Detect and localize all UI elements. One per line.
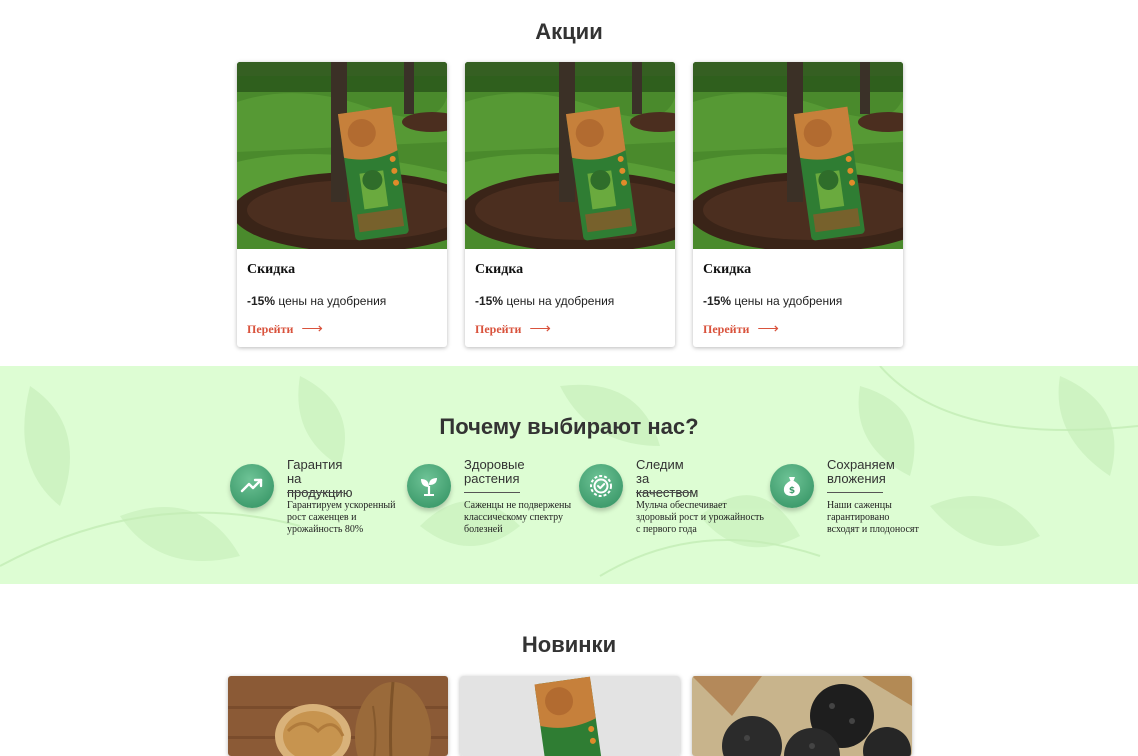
- promo-title: Скидка: [475, 262, 524, 277]
- promo-card[interactable]: Скидка -15% цены на удобрения Перейти ⟶: [693, 62, 903, 347]
- feature-title: Сохраняем вложения: [827, 457, 895, 486]
- promo-image: [693, 62, 903, 249]
- promo-text: -15% цены на удобрения: [475, 294, 614, 308]
- mulch-bag-image: [460, 676, 680, 756]
- promo-go-link[interactable]: Перейти ⟶: [703, 319, 779, 338]
- promo-text: -15% цены на удобрения: [247, 294, 386, 308]
- new-item-card-walnuts[interactable]: [228, 676, 448, 756]
- promo-link-label: Перейти: [703, 322, 750, 336]
- promo-discount: -15%: [475, 294, 504, 308]
- walnuts-image: [228, 676, 448, 756]
- feature-description: Мульча обеспечивает здоровый рост и урож…: [636, 500, 764, 535]
- promo-image: [237, 62, 447, 249]
- promo-card[interactable]: Скидка -15% цены на удобрения Перейти ⟶: [465, 62, 675, 347]
- promo-description: цены на удобрения: [731, 294, 843, 308]
- promo-discount: -15%: [247, 294, 276, 308]
- trending-up-icon: [230, 464, 274, 508]
- svg-text:$: $: [789, 486, 795, 496]
- arrow-right-icon: ⟶: [301, 321, 323, 337]
- promo-card[interactable]: Скидка -15% цены на удобрения Перейти ⟶: [237, 62, 447, 347]
- promo-title: Скидка: [703, 262, 752, 277]
- new-items-title: Новинки: [521, 632, 617, 657]
- why-us-section: Почему выбирают нас? Гарантия на продукц…: [0, 366, 1138, 584]
- sprout-icon: [407, 464, 451, 508]
- feature-divider: [287, 492, 343, 493]
- promo-title: Скидка: [247, 262, 296, 277]
- leaf-background-pattern: [0, 366, 1138, 577]
- feature-description: Наши саженцы гарантировано всходят и пло…: [827, 500, 919, 535]
- promo-description: цены на удобрения: [503, 294, 615, 308]
- arrow-right-icon: ⟶: [757, 321, 779, 337]
- money-bag-icon: $: [770, 464, 814, 508]
- truffles-image: [692, 676, 912, 756]
- new-items-section: Новинки: [0, 584, 1138, 756]
- promo-description: цены на удобрения: [275, 294, 387, 308]
- promo-link-label: Перейти: [247, 322, 294, 336]
- promo-image: [465, 62, 675, 249]
- feature-title: Гарантия на продукцию: [287, 457, 353, 500]
- promo-text: -15% цены на удобрения: [703, 294, 842, 308]
- quality-badge-icon: [579, 464, 623, 508]
- feature-description: Гарантируем ускоренный рост саженцев и у…: [287, 500, 396, 535]
- feature-divider: [827, 492, 883, 493]
- new-item-card-mulch[interactable]: [460, 676, 680, 756]
- promo-go-link[interactable]: Перейти ⟶: [247, 319, 323, 338]
- feature-divider: [464, 492, 520, 493]
- feature-description: Саженцы не подвержены классическому спек…: [464, 500, 572, 535]
- new-item-card-truffles[interactable]: [692, 676, 912, 756]
- promotions-cards: Скидка -15% цены на удобрения Перейти ⟶ С…: [237, 62, 904, 348]
- promo-link-label: Перейти: [475, 322, 522, 336]
- feature-divider: [636, 492, 692, 493]
- promo-discount: -15%: [703, 294, 732, 308]
- promotions-title: Акции: [535, 19, 603, 44]
- feature-title: Здоровые растения: [464, 457, 525, 486]
- arrow-right-icon: ⟶: [529, 321, 551, 337]
- feature-title: Следим за качеством: [636, 457, 699, 500]
- promotions-section: Акции Скидка -15% цены на удобрения Пере…: [0, 0, 1138, 366]
- why-us-title: Почему выбирают нас?: [439, 414, 699, 439]
- promo-go-link[interactable]: Перейти ⟶: [475, 319, 551, 338]
